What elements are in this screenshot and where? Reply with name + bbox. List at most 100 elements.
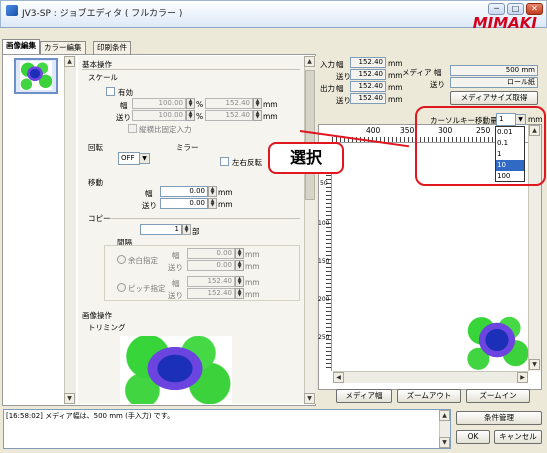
move-feed-input[interactable]: 0.00 [160,198,208,209]
margin-radio[interactable] [117,255,126,264]
margin-feed-spin[interactable]: ▲ ▼ [235,260,244,271]
media-width-label: 幅 [434,68,442,77]
copy-count-unit: 部 [192,227,200,236]
pitch-feed-spin[interactable]: ▲ ▼ [235,288,244,299]
log-scroll-up[interactable]: ▲ [439,410,450,421]
tab-color-edit[interactable]: カラー編集 [40,41,86,54]
move-width-label: 幅 [145,189,153,198]
media-width-value: 500 mm [450,65,538,76]
ok-button[interactable]: OK [456,430,490,444]
mirror-title: ミラー [176,143,199,152]
aspect-lock-checkbox[interactable] [128,124,137,133]
flip-horizontal-checkbox[interactable] [220,157,229,166]
copy-count-spin[interactable]: ▲ ▼ [182,224,191,235]
media-width-button[interactable]: メディア幅 [336,389,392,403]
copy-count-input[interactable]: 1 [140,224,182,235]
callout-highlight [415,106,546,186]
scale-width-mm[interactable]: 152.40 [205,98,253,109]
pitch-radio[interactable] [117,283,126,292]
log-message: [16:58:02] メディア幅は、500 mm (手入力) です。 [6,412,175,420]
move-feed-spin[interactable]: ▲ ▼ [208,198,217,209]
scale-width-percent[interactable]: 100.00 [132,98,186,109]
thumb-scroll-down[interactable]: ▼ [64,393,75,404]
mm-unit: mm [218,188,233,197]
zoom-in-button[interactable]: ズームイン [466,389,530,403]
media-title: メディア [402,68,432,77]
media-size-button[interactable]: メディアサイズ取得 [450,91,538,105]
media-feed-label: 送り [430,80,445,89]
move-width-spin[interactable]: ▲ ▼ [208,186,217,197]
settings-scroll-down[interactable]: ▼ [304,393,315,404]
scale-width-mm-spin[interactable]: ▲ ▼ [253,98,262,109]
scale-feed-percent-spin[interactable]: ▲ ▼ [186,110,195,121]
margin-width-spin[interactable]: ▲ ▼ [235,248,244,259]
input-feed-value: 152.40 [350,69,386,80]
input-width-label: 幅 [336,60,344,69]
thumb-scroll-up[interactable]: ▲ [64,56,75,67]
settings-scroll-up[interactable]: ▲ [304,56,315,67]
pitch-width-spin[interactable]: ▲ ▼ [235,276,244,287]
margin-width-label: 幅 [172,251,180,260]
ruler-v-label: 200 [318,296,330,303]
pitch-label: ピッチ指定 [128,284,166,293]
rotate-dropdown-button[interactable]: ▼ [139,153,150,164]
percent-unit: % [196,100,204,109]
log-scroll-down[interactable]: ▼ [439,437,450,448]
mm-unit: mm [263,100,278,109]
pitch-width-input[interactable]: 152.40 [187,276,235,287]
mm-unit: mm [245,262,260,271]
scale-width-percent-spin[interactable]: ▲ ▼ [186,98,195,109]
tab-image-edit[interactable]: 画像編集 [2,39,40,54]
ruler-h-label: 350 [400,126,415,135]
media-feed-value: ロール紙 [450,77,538,88]
rotate-select[interactable]: OFF [118,152,140,165]
scale-enabled-label: 有効 [118,88,133,97]
aspect-lock-label: 縦横比固定入力 [139,125,192,134]
percent-unit: % [196,112,204,121]
preview-scroll-left[interactable]: ◀ [333,372,344,383]
ruler-h-label: 400 [366,126,381,135]
pitch-width-label: 幅 [172,279,180,288]
condition-manage-button[interactable]: 条件管理 [456,411,542,425]
preview-scroll-right[interactable]: ▶ [517,372,528,383]
mm-unit: mm [245,290,260,299]
copy-title: コピー [88,214,111,223]
zoom-out-button[interactable]: ズームアウト [397,389,461,403]
trimming-frog [140,346,210,396]
mm-unit: mm [245,250,260,259]
scale-feed-mm-spin[interactable]: ▲ ▼ [253,110,262,121]
mm-unit: mm [388,95,403,104]
margin-feed-label: 送り [168,263,183,272]
cancel-button[interactable]: キャンセル [494,430,542,444]
input-feed-label: 送り [336,72,351,81]
mm-unit: mm [245,278,260,287]
mm-unit: mm [388,71,403,80]
settings-scroll-thumb[interactable] [305,70,315,200]
margin-feed-input[interactable]: 0.00 [187,260,235,271]
ruler-v-label: 250 [318,334,330,341]
output-feed-value: 152.40 [350,93,386,104]
image-ops-title: 画像操作 [82,311,112,320]
output-width-label: 幅 [336,84,344,93]
input-label: 入力 [320,60,335,69]
input-width-value: 152.40 [350,57,386,68]
trimming-title: トリミング [88,323,126,332]
preview-frog [474,322,520,362]
preview-scroll-down[interactable]: ▼ [529,359,540,370]
mm-unit: mm [218,200,233,209]
pitch-feed-input[interactable]: 152.40 [187,288,235,299]
copy-sep [110,218,300,219]
preview-hscroll[interactable] [333,371,528,383]
move-width-input[interactable]: 0.00 [160,186,208,197]
margin-width-input[interactable]: 0.00 [187,248,235,259]
tab-print-conditions[interactable]: 印刷条件 [93,41,131,54]
scale-enabled-checkbox[interactable] [106,87,115,96]
basic-ops-sep [82,69,300,70]
scale-feed-percent[interactable]: 100.00 [132,110,186,121]
rotate-title: 回転 [88,143,103,152]
thumbnail-scrollbar[interactable] [64,56,76,404]
move-feed-label: 送り [142,201,157,210]
ruler-v-label: 100 [318,220,330,227]
mm-unit: mm [388,59,403,68]
scale-feed-mm[interactable]: 152.40 [205,110,253,121]
